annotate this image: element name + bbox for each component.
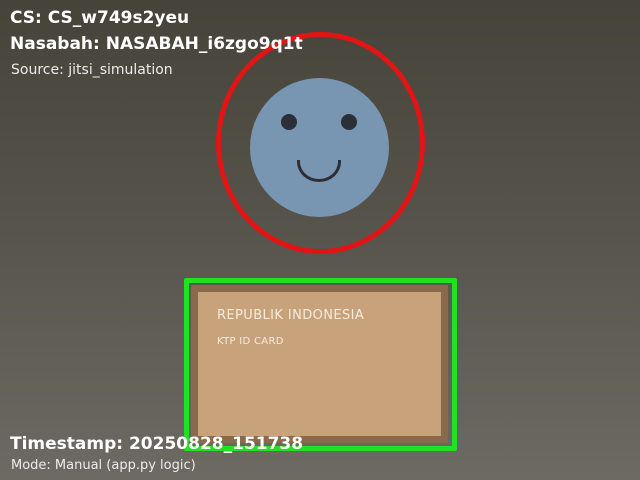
cs-label: CS: CS_w749s2yeu <box>10 8 190 28</box>
face-detection-box <box>216 32 425 254</box>
video-frame: REPUBLIK INDONESIA KTP ID CARD CS: CS_w7… <box>0 0 640 480</box>
timestamp-label: Timestamp: 20250828_151738 <box>10 434 304 454</box>
nasabah-label: Nasabah: NASABAH_i6zgo9q1t <box>10 34 303 54</box>
source-label: Source: jitsi_simulation <box>11 62 173 78</box>
id-card-detection-box <box>184 278 457 451</box>
mode-label: Mode: Manual (app.py logic) <box>11 458 196 473</box>
